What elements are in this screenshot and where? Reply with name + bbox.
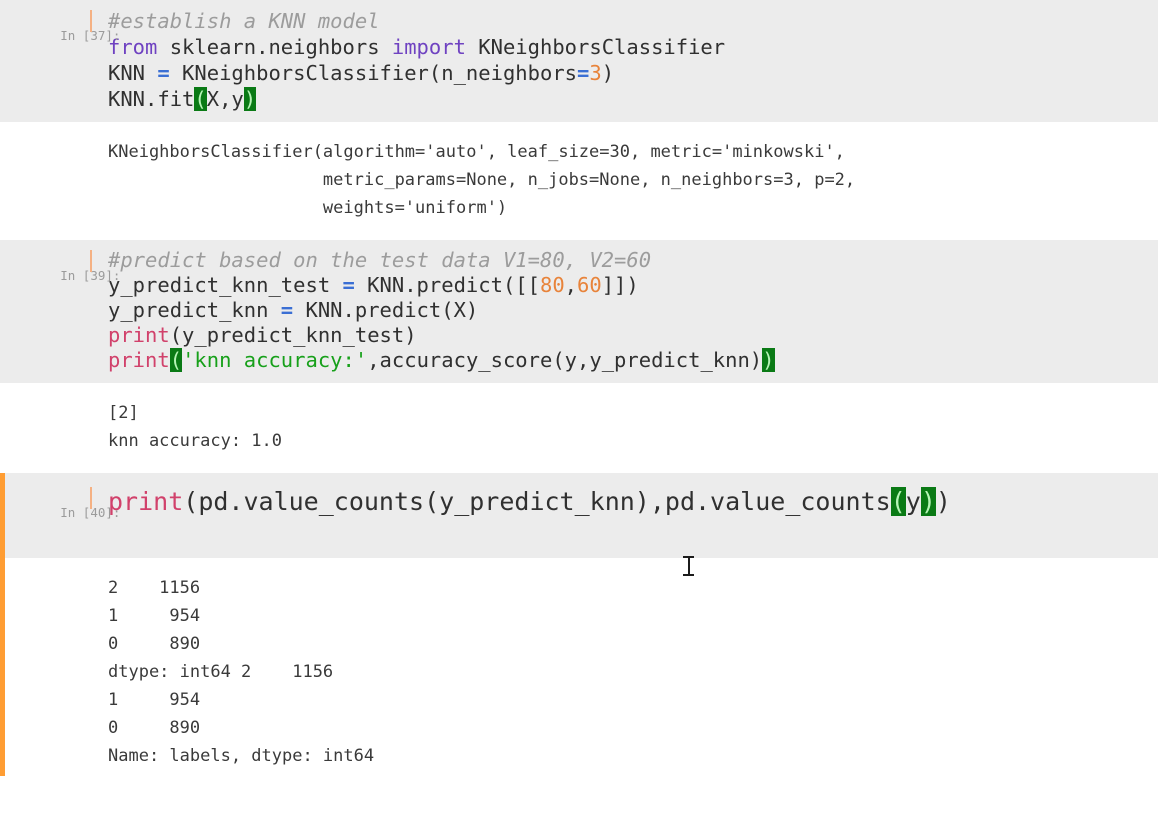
output-text: KNeighborsClassifier(algorithm='auto', l…: [92, 122, 1158, 240]
code-token-match: (: [194, 87, 207, 111]
code-token-plain: X,y: [206, 87, 244, 111]
code-editor[interactable]: #establish a KNN model from sklearn.neigh…: [92, 8, 1158, 112]
output-line: weights='uniform'): [108, 198, 508, 218]
code-token-plain: y_predict_knn_test: [108, 273, 343, 297]
code-token-str: 'knn accuracy:': [182, 348, 368, 372]
code-token-match: ): [243, 87, 257, 111]
prompt-caret-line: [90, 487, 92, 509]
code-line: #predict based on the test data V1=80, V…: [108, 248, 1158, 273]
output-line: 2 1156: [108, 578, 201, 598]
code-line: y_predict_knn = KNN.predict(X): [108, 298, 1158, 323]
output-line: 0 890: [108, 634, 201, 654]
prompt-caret-line: [90, 250, 92, 272]
output-line: [2]: [108, 403, 139, 423]
code-token-op: =: [280, 298, 294, 322]
code-token-plain: KNeighborsClassifier: [465, 35, 726, 59]
code-line: KNN.fit(X,y): [108, 86, 1158, 112]
output-line: 1 954: [108, 690, 201, 710]
code-token-match: (: [169, 348, 183, 372]
code-token-plain: ]]): [601, 273, 639, 297]
prompt-caret-line: [90, 10, 92, 32]
code-token-op: =: [577, 61, 590, 85]
code-line: print('knn accuracy:',accuracy_score(y,y…: [108, 348, 1158, 373]
cell-prompt-label: In [39]:: [0, 248, 120, 307]
code-token-plain: KNN.fit: [108, 87, 195, 111]
code-token-plain: sklearn.neighbors: [157, 35, 392, 59]
code-token-plain: ): [935, 487, 951, 516]
cell-output-area: 2 1156 1 954 0 890 dtype: int64 2 1156 1 954…: [0, 558, 1158, 776]
code-token-plain: KNeighborsClassifier(n_neighbors: [169, 61, 578, 85]
code-line: #establish a KNN model: [108, 8, 1158, 34]
notebook-cell[interactable]: In [39]: #predict based on the test data…: [0, 240, 1158, 473]
code-token-match: ): [762, 348, 775, 372]
code-token-plain: ,accuracy_score(y,y_predict_knn): [367, 348, 763, 372]
code-token-match: (: [890, 487, 906, 516]
code-token-plain: ): [601, 61, 615, 85]
output-line: Name: labels, dtype: int64: [108, 746, 375, 766]
code-token-plain: KNN.predict(X): [293, 298, 479, 322]
code-line: print(pd.value_counts(y_predict_knn),pd.…: [108, 485, 1158, 519]
code-token-plain: y_predict_knn: [108, 298, 281, 322]
code-editor[interactable]: #predict based on the test data V1=80, V…: [92, 248, 1158, 373]
code-token-plain: KNN.predict([[: [354, 273, 540, 297]
code-token-op: =: [342, 273, 355, 297]
code-editor[interactable]: print(pd.value_counts(y_predict_knn),pd.…: [92, 485, 1158, 519]
code-token-plain: (pd.value_counts(y_predict_knn),pd.value…: [183, 487, 891, 516]
notebook-cell[interactable]: In [37]: #establish a KNN model from skle…: [0, 0, 1158, 240]
code-token-kw: import: [391, 35, 466, 59]
code-token-op: =: [157, 61, 170, 85]
code-token-num: 60: [577, 273, 602, 297]
code-token-num: 3: [589, 61, 602, 85]
code-line: from sklearn.neighbors import KNeighbors…: [108, 34, 1158, 60]
cell-input-area[interactable]: In [37]: #establish a KNN model from skle…: [0, 0, 1158, 122]
code-token-plain: y: [905, 487, 921, 516]
output-line: knn accuracy: 1.0: [108, 431, 282, 451]
output-line: 1 954: [108, 606, 201, 626]
code-token-plain: KNN: [108, 61, 158, 85]
code-line: KNN = KNeighborsClassifier(n_neighbors=3…: [108, 60, 1158, 86]
output-line: 0 890: [108, 718, 201, 738]
code-token-builtin: print: [108, 323, 170, 347]
code-token-plain: (y_predict_knn_test): [169, 323, 417, 347]
cell-output-area: KNeighborsClassifier(algorithm='auto', l…: [0, 122, 1158, 240]
code-line: y_predict_knn_test = KNN.predict([[80,60…: [108, 273, 1158, 298]
code-token-builtin: print: [108, 348, 170, 372]
cell-prompt-label: In [37]:: [0, 8, 120, 67]
output-text: 2 1156 1 954 0 890 dtype: int64 2 1156 1 954…: [92, 558, 1158, 776]
code-token-plain: ,: [564, 273, 578, 297]
cell-input-area[interactable]: In [39]: #predict based on the test data…: [0, 240, 1158, 383]
code-token-match: ): [920, 487, 936, 516]
cell-output-area: [2] knn accuracy: 1.0: [0, 383, 1158, 473]
output-line: metric_params=None, n_jobs=None, n_neigh…: [108, 170, 856, 190]
notebook-cell-selected[interactable]: In [40]: print(pd.value_counts(y_predict…: [0, 473, 1158, 776]
code-line: print(y_predict_knn_test): [108, 323, 1158, 348]
output-line: dtype: int64 2 1156: [108, 662, 334, 682]
code-token-num: 80: [539, 273, 565, 297]
cell-input-area[interactable]: In [40]: print(pd.value_counts(y_predict…: [0, 473, 1158, 558]
output-text: [2] knn accuracy: 1.0: [92, 383, 1158, 473]
cell-prompt-label: In [40]:: [0, 485, 120, 544]
notebook-canvas: In [37]: #establish a KNN model from skle…: [0, 0, 1158, 813]
code-token-comment: #establish a KNN model: [108, 9, 380, 33]
output-line: KNeighborsClassifier(algorithm='auto', l…: [108, 142, 845, 162]
code-token-comment: #predict based on the test data V1=80, V…: [108, 248, 652, 272]
